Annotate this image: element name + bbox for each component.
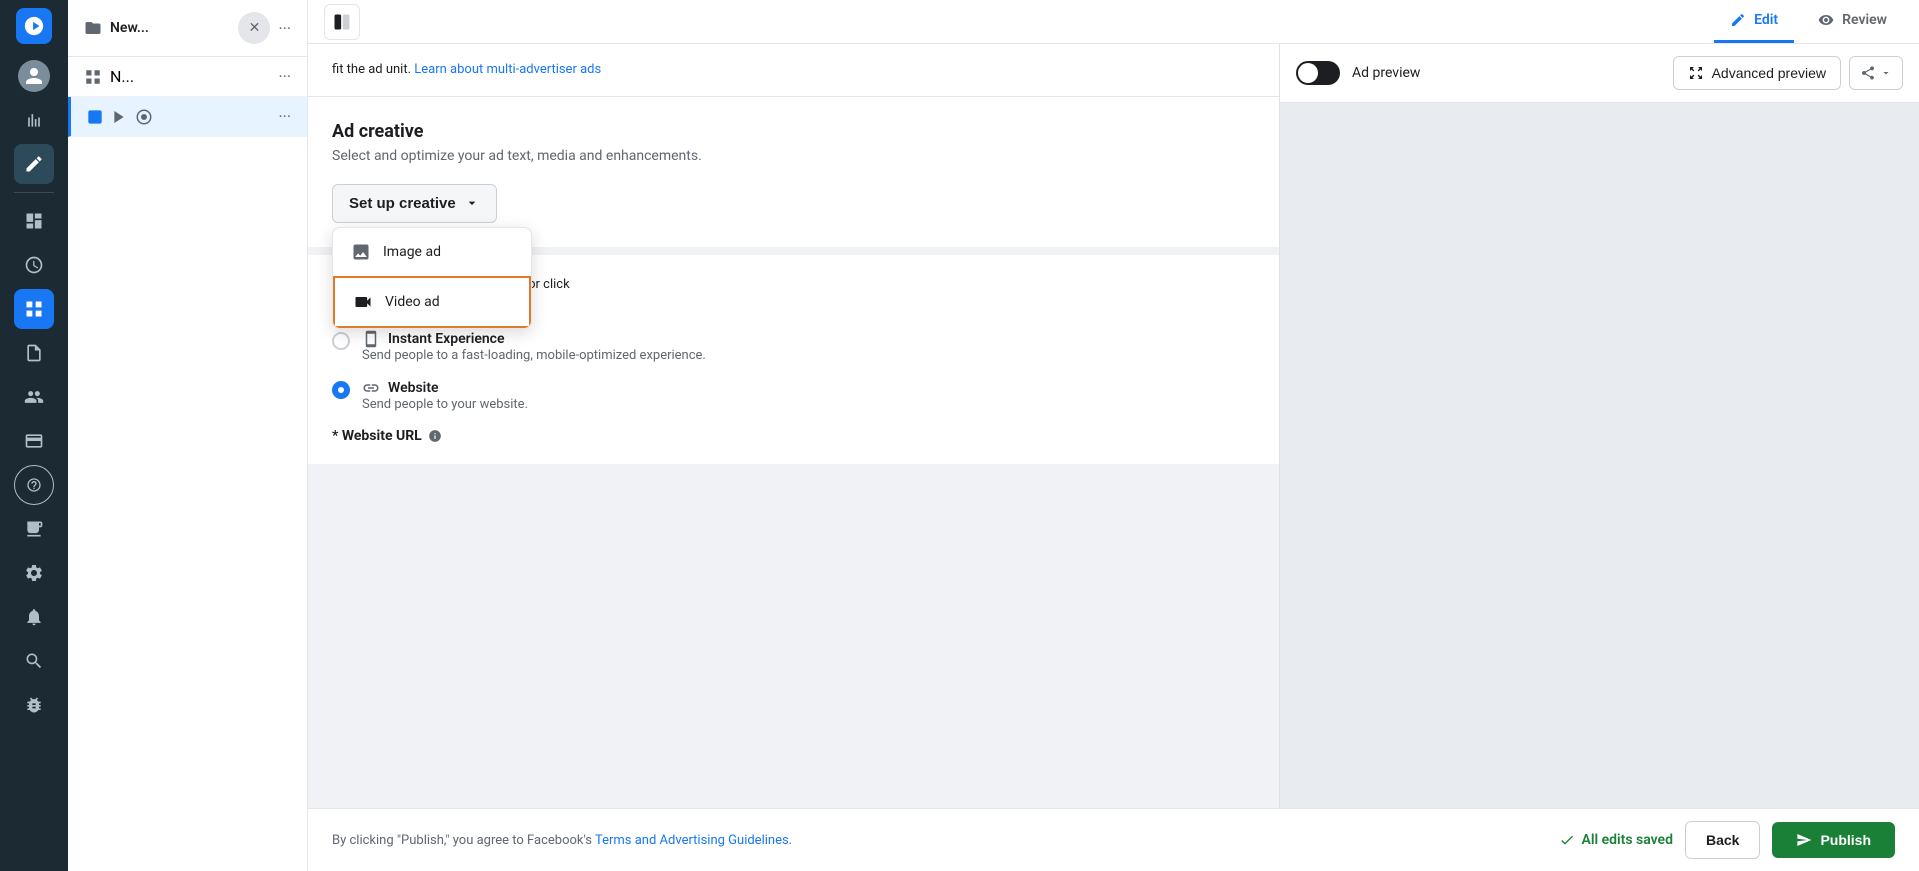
ad-preview-label: Ad preview: [1352, 65, 1420, 81]
advanced-preview-label: Advanced preview: [1712, 65, 1826, 81]
website-url-label: * Website URL: [332, 428, 1255, 444]
dropdown-arrow-icon: [1880, 67, 1892, 79]
back-button[interactable]: Back: [1685, 821, 1760, 859]
website-label: Website: [388, 380, 439, 396]
edit-review-tabs: Edit Review: [308, 0, 1919, 44]
advanced-preview-button[interactable]: Advanced preview: [1673, 56, 1841, 90]
preview-panel: Ad preview Advanced preview: [1279, 44, 1919, 808]
secondary-item-grid[interactable]: N... ···: [68, 57, 307, 97]
stats-icon[interactable]: [14, 100, 54, 140]
dashboard-icon[interactable]: [14, 201, 54, 241]
ad-creative-subtitle: Select and optimize your ad text, media …: [332, 148, 1255, 164]
ad-creative-title: Ad creative: [332, 121, 1255, 142]
instant-radio[interactable]: [332, 332, 350, 350]
ad-creative-section: Ad creative Select and optimize your ad …: [308, 97, 1279, 247]
settings-icon[interactable]: [14, 553, 54, 593]
form-panel: fit the ad unit. Learn about multi-adver…: [308, 44, 1279, 808]
bell-icon[interactable]: [14, 597, 54, 637]
info-icon: [428, 429, 442, 443]
edit-tab[interactable]: Edit: [1714, 0, 1794, 43]
terms-link[interactable]: Terms and Advertising Guidelines.: [595, 833, 792, 848]
website-option[interactable]: Website Send people to your website.: [332, 379, 1255, 412]
setup-creative-dropdown: Image ad Video ad: [332, 227, 532, 329]
grid-icon[interactable]: [14, 289, 54, 329]
instant-icon: [362, 330, 380, 348]
instant-sublabel: Send people to a fast-loading, mobile-op…: [362, 348, 706, 363]
setup-creative-button[interactable]: Set up creative: [332, 184, 497, 223]
meta-logo[interactable]: [16, 8, 52, 44]
edit-tab-label: Edit: [1754, 12, 1778, 28]
toggle-knob: [1298, 63, 1318, 83]
preview-content-area: [1280, 103, 1919, 808]
clock-icon[interactable]: [14, 245, 54, 285]
video-ad-icon: [351, 290, 375, 314]
share-button[interactable]: [1849, 56, 1903, 90]
image-ad-option[interactable]: Image ad: [333, 228, 531, 276]
more-options-2[interactable]: ···: [278, 67, 291, 86]
instant-label: Instant Experience: [388, 331, 505, 347]
checkmark-icon: [1559, 832, 1575, 848]
preview-header-right: Advanced preview: [1673, 56, 1903, 90]
payment-icon[interactable]: [14, 421, 54, 461]
sidebar-divider-1: [14, 192, 54, 193]
close-button[interactable]: ✕: [238, 12, 270, 44]
setup-creative-label: Set up creative: [349, 195, 456, 212]
instant-experience-option[interactable]: Instant Experience Send people to a fast…: [332, 330, 1255, 363]
image-ad-icon: [349, 240, 373, 264]
more-options-1[interactable]: ···: [278, 19, 291, 38]
learn-link[interactable]: Learn about multi-advertiser ads: [414, 62, 601, 77]
expand-icon: [1688, 65, 1704, 81]
secondary-item-active[interactable]: ···: [68, 97, 307, 137]
bottom-bar-actions: All edits saved Back Publish: [1559, 821, 1895, 859]
secondary-sidebar: New... ✕ ··· N... ··· ···: [68, 0, 308, 871]
saved-status: All edits saved: [1559, 832, 1673, 848]
video-ad-option[interactable]: Video ad: [333, 276, 531, 328]
website-sublabel: Send people to your website.: [362, 397, 528, 412]
publish-button[interactable]: Publish: [1772, 822, 1895, 858]
bottom-bar-terms: By clicking "Publish," you agree to Face…: [332, 833, 792, 848]
website-icon: [362, 379, 380, 397]
video-ad-label: Video ad: [385, 294, 440, 310]
publish-icon: [1796, 832, 1812, 848]
report-icon[interactable]: [14, 509, 54, 549]
main-content: Edit Review fit the ad unit. Learn about…: [308, 0, 1919, 871]
avatar-icon[interactable]: [14, 56, 54, 96]
audience-icon[interactable]: [14, 377, 54, 417]
folder-item[interactable]: New...: [84, 19, 149, 37]
left-sidebar: [0, 0, 68, 871]
chevron-down-icon: [464, 195, 480, 211]
help-icon[interactable]: [14, 465, 54, 505]
document-icon[interactable]: [14, 333, 54, 373]
more-options-3[interactable]: ···: [278, 107, 291, 126]
setup-creative-wrapper: Set up creative Image ad: [332, 184, 497, 223]
review-tab[interactable]: Review: [1802, 0, 1903, 43]
review-tab-label: Review: [1842, 12, 1887, 28]
top-notice: fit the ad unit. Learn about multi-adver…: [308, 44, 1279, 97]
panel-toggle-button[interactable]: [324, 4, 360, 40]
search-icon[interactable]: [14, 641, 54, 681]
preview-header: Ad preview Advanced preview: [1280, 44, 1919, 103]
notice-text: fit the ad unit.: [332, 62, 411, 77]
image-ad-label: Image ad: [383, 244, 441, 260]
edit-icon[interactable]: [14, 144, 54, 184]
secondary-header-1: New... ✕ ···: [68, 0, 307, 57]
share-icon: [1860, 65, 1876, 81]
grid-item-label: N...: [110, 67, 134, 86]
bug-icon[interactable]: [14, 685, 54, 725]
preview-header-left: Ad preview: [1296, 61, 1420, 85]
content-area: fit the ad unit. Learn about multi-adver…: [308, 44, 1919, 808]
folder-label: New...: [110, 20, 149, 36]
website-radio[interactable]: [332, 381, 350, 399]
bottom-bar: By clicking "Publish," you agree to Face…: [308, 808, 1919, 871]
ad-preview-toggle[interactable]: [1296, 61, 1340, 85]
